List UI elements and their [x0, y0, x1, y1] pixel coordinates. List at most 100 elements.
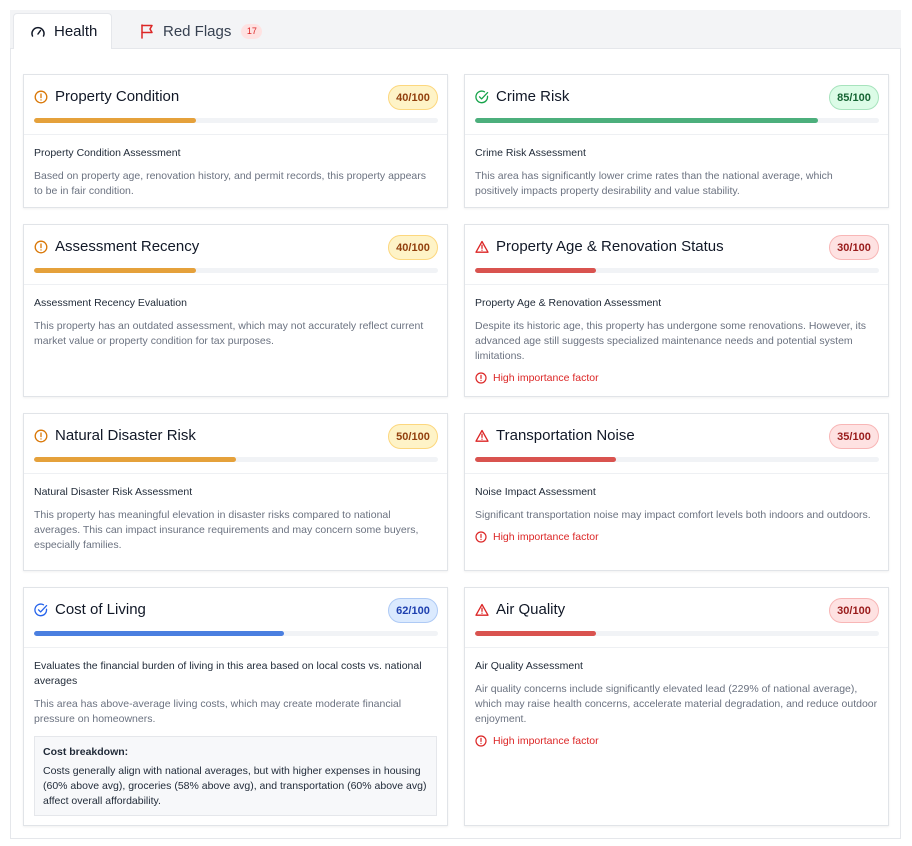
card-title: Transportation Noise: [475, 427, 635, 444]
card-subtitle: Property Age & Renovation Assessment: [475, 297, 662, 309]
red-flags-count-badge: 17: [241, 23, 263, 39]
card-subtitle: Natural Disaster Risk Assessment: [34, 486, 193, 498]
card-title-text: Assessment Recency: [55, 238, 200, 255]
card-transportation-noise: Transportation Noise 35/100 Noise Impact…: [464, 413, 889, 571]
score-bar-fill: [34, 631, 285, 636]
alert-circle-icon: [475, 735, 487, 747]
score-bar-fill: [475, 268, 597, 273]
card-subtitle: Evaluates the financial burden of living…: [34, 660, 422, 687]
tab-health[interactable]: Health: [13, 13, 112, 49]
score-bar: [475, 631, 879, 636]
cost-breakdown-text: Costs generally align with national aver…: [43, 765, 427, 807]
card-body: Property Age & Renovation Assessment Des…: [465, 285, 888, 398]
card-description: Air quality concerns include significant…: [475, 683, 878, 725]
warning-triangle-icon: [475, 429, 489, 442]
card-body: Assessment Recency Evaluation This prope…: [24, 285, 447, 363]
alert-circle-icon: [34, 429, 48, 442]
card-description: This property has an outdated assessment…: [34, 320, 424, 347]
score-badge: 35/100: [829, 424, 879, 449]
score-bar: [475, 268, 879, 273]
high-importance-indicator: High importance factor: [475, 531, 878, 543]
card-title: Assessment Recency: [34, 238, 199, 255]
card-description: This property has meaningful elevation i…: [34, 509, 419, 551]
score-bar-fill: [34, 118, 196, 123]
warning-triangle-icon: [475, 603, 489, 616]
score-bar: [475, 457, 879, 462]
tab-red-flags[interactable]: Red Flags 17: [123, 13, 278, 49]
alert-circle-icon: [475, 372, 487, 384]
check-circle-icon: [475, 90, 489, 103]
score-bar-fill: [34, 457, 236, 462]
score-badge: 30/100: [829, 235, 879, 260]
card-header: Crime Risk 85/100: [465, 75, 888, 135]
card-header: Natural Disaster Risk 50/100: [24, 414, 447, 474]
card-title: Air Quality: [475, 601, 565, 618]
card-title-text: Natural Disaster Risk: [55, 427, 196, 444]
card-cost-of-living: Cost of Living 62/100 Evaluates the fina…: [23, 587, 448, 826]
tab-red-flags-label: Red Flags: [163, 22, 232, 40]
card-body: Air Quality Assessment Air quality conce…: [465, 648, 888, 761]
score-badge: 40/100: [388, 85, 438, 110]
card-title: Cost of Living: [34, 601, 146, 618]
tab-health-label: Health: [54, 23, 98, 40]
card-body: Property Condition Assessment Based on p…: [24, 135, 447, 213]
card-air-quality: Air Quality 30/100 Air Quality Assessmen…: [464, 587, 889, 826]
high-importance-text: High importance factor: [493, 735, 599, 747]
card-title: Property Condition: [34, 88, 179, 105]
score-bar-fill: [475, 457, 617, 462]
cost-breakdown-box: Cost breakdown: Costs generally align wi…: [34, 736, 437, 816]
card-title: Property Age & Renovation Status: [475, 238, 724, 255]
alert-circle-icon: [475, 531, 487, 543]
health-panel: Property Condition 40/100 Property Condi…: [10, 49, 901, 839]
card-description: Based on property age, renovation histor…: [34, 170, 427, 197]
card-title-text: Property Age & Renovation Status: [496, 238, 724, 255]
card-body: Noise Impact Assessment Significant tran…: [465, 474, 888, 557]
card-subtitle: Assessment Recency Evaluation: [34, 297, 187, 309]
card-body: Natural Disaster Risk Assessment This pr…: [24, 474, 447, 567]
score-badge: 85/100: [829, 85, 879, 110]
card-title-text: Air Quality: [496, 601, 566, 618]
score-badge: 40/100: [388, 235, 438, 260]
card-title-text: Transportation Noise: [496, 427, 635, 444]
tab-bar: Health Red Flags 17: [10, 10, 901, 49]
gauge-icon: [31, 26, 45, 37]
card-assessment-recency: Assessment Recency 40/100 Assessment Rec…: [23, 224, 448, 397]
score-bar-fill: [475, 118, 819, 123]
card-header: Air Quality 30/100: [465, 588, 888, 648]
card-description: This area has above-average living costs…: [34, 698, 402, 725]
card-header: Transportation Noise 35/100: [465, 414, 888, 474]
score-badge: 62/100: [388, 598, 438, 623]
check-circle-icon: [34, 603, 48, 616]
card-header: Assessment Recency 40/100: [24, 225, 447, 285]
warning-triangle-icon: [475, 240, 489, 253]
score-bar-fill: [475, 631, 597, 636]
card-header: Cost of Living 62/100: [24, 588, 447, 648]
card-title-text: Cost of Living: [55, 601, 146, 618]
card-title: Natural Disaster Risk: [34, 427, 196, 444]
card-subtitle: Crime Risk Assessment: [475, 147, 586, 159]
score-bar: [34, 631, 438, 636]
cost-breakdown-title: Cost breakdown:: [43, 746, 129, 758]
card-header: Property Age & Renovation Status 30/100: [465, 225, 888, 285]
high-importance-indicator: High importance factor: [475, 372, 878, 384]
high-importance-text: High importance factor: [493, 372, 599, 384]
card-subtitle: Property Condition Assessment: [34, 147, 181, 159]
alert-circle-icon: [34, 90, 48, 103]
card-title: Crime Risk: [475, 88, 569, 105]
score-bar: [475, 118, 879, 123]
score-bar: [34, 118, 438, 123]
high-importance-indicator: High importance factor: [475, 735, 878, 747]
card-body: Crime Risk Assessment This area has sign…: [465, 135, 888, 213]
card-title-text: Crime Risk: [496, 88, 570, 105]
card-description: Significant transportation noise may imp…: [475, 509, 871, 521]
card-crime-risk: Crime Risk 85/100 Crime Risk Assessment …: [464, 74, 889, 208]
card-subtitle: Noise Impact Assessment: [475, 486, 596, 498]
high-importance-text: High importance factor: [493, 531, 599, 543]
score-bar-fill: [34, 268, 196, 273]
card-title-text: Property Condition: [55, 88, 180, 105]
card-header: Property Condition 40/100: [24, 75, 447, 135]
card-natural-disaster-risk: Natural Disaster Risk 50/100 Natural Dis…: [23, 413, 448, 571]
card-subtitle: Air Quality Assessment: [475, 660, 583, 672]
score-badge: 30/100: [829, 598, 879, 623]
card-property-condition: Property Condition 40/100 Property Condi…: [23, 74, 448, 208]
